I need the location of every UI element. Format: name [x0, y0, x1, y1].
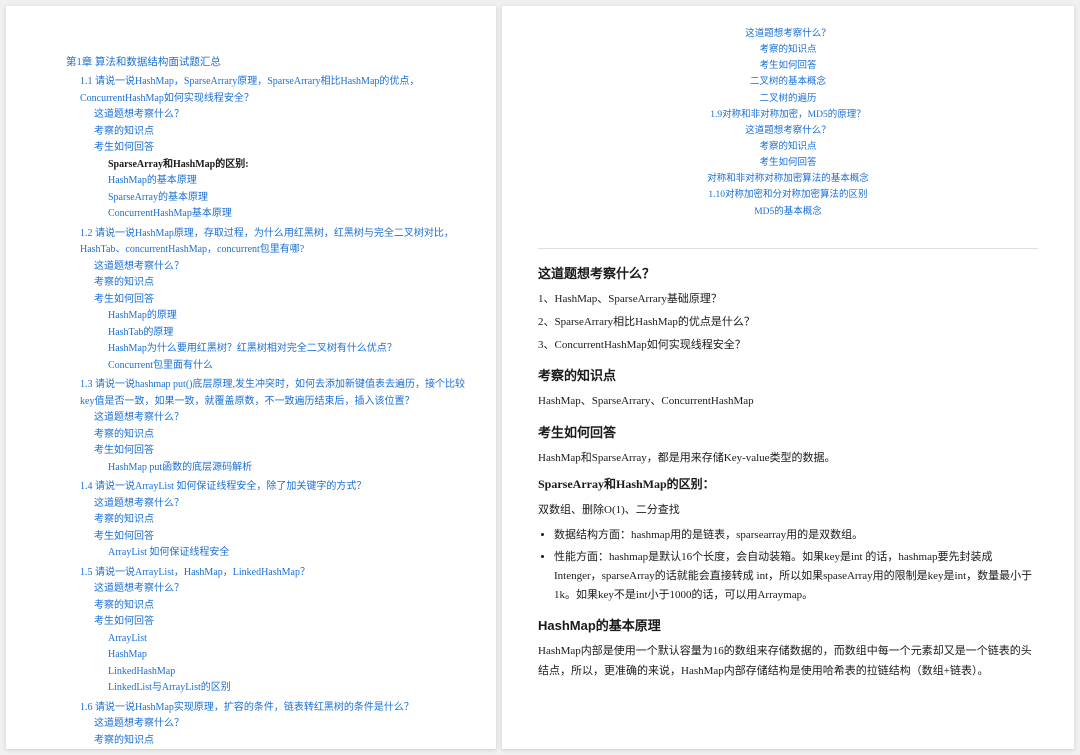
bullet-item-2: 性能方面：hashmap是默认16个长度，会自动装箱。如果key是int 的话，…: [554, 548, 1038, 606]
right-toc-item: MD5的基本概念: [538, 204, 1038, 220]
hashmap-heading: HashMap的基本原理: [538, 615, 1038, 634]
toc-item: 考生如何回答: [66, 614, 468, 631]
app-container: 第1章 算法和数据结构面试题汇总 1.1 请说一说HashMap，SparseAr…: [0, 0, 1080, 755]
right-toc-item: 考察的知识点: [538, 139, 1038, 155]
toc-item: HashMap的基本原理: [66, 173, 468, 190]
right-toc-item: 这道题想考察什么？: [538, 123, 1038, 139]
toc-item: HashMap为什么要用红黑树？红黑树相对完全二叉树有什么优点？: [66, 341, 468, 358]
toc-item: 第1章 算法和数据结构面试题汇总: [66, 54, 468, 71]
section-main-title: [538, 240, 1038, 249]
right-toc-item: 考生如何回答: [538, 155, 1038, 171]
toc-item: 这道题想考察什么？: [66, 581, 468, 598]
toc-item: LinkedHashMap: [66, 664, 468, 681]
toc-item: 1.3 请说一说hashmap put()底层原理,发生冲突时，如何去添加新键值…: [66, 377, 468, 410]
toc-item: HashMap的原理: [66, 308, 468, 325]
toc-item: 考察的知识点: [66, 512, 468, 529]
toc-item: HashMap put函数的底层源码解析: [66, 460, 468, 477]
toc-item: 1.6 请说一说HashMap实现原理，扩容的条件，链表转红黑树的条件是什么？: [66, 700, 468, 717]
toc-item: 这道题想考察什么？: [66, 259, 468, 276]
bullet-item-1: 数据结构方面：hashmap用的是链表，sparsearray用的是双数组。: [554, 526, 1038, 545]
subsection-body-2: HashMap、SparseArrary、ConcurrentHashMap: [538, 392, 1038, 411]
right-toc-item: 这道题想考察什么？: [538, 26, 1038, 42]
toc-item: SparseArray的基本原理: [66, 190, 468, 207]
right-toc-item: 考察的知识点: [538, 42, 1038, 58]
toc-item: 1.1 请说一说HashMap，SparseArrary原理，SparseArr…: [66, 74, 468, 107]
toc-item: ArrayList 如何保证线程安全: [66, 545, 468, 562]
right-toc-item: 二叉树的基本概念: [538, 74, 1038, 90]
right-page: 这道题想考察什么？考察的知识点考生如何回答二叉树的基本概念二叉树的遍历1.9对称…: [502, 6, 1074, 749]
bullet-list: 数据结构方面：hashmap用的是链表，sparsearray用的是双数组。 性…: [538, 526, 1038, 605]
toc-item: 1.4 请说一说ArrayList 如何保证线程安全，除了加关键字的方式？: [66, 479, 468, 496]
toc-item: 考生如何回答: [66, 292, 468, 309]
toc-item: 这道题想考察什么？: [66, 107, 468, 124]
subsection-heading-3: 考生如何回答: [538, 422, 1038, 441]
toc-item: 考察的知识点: [66, 598, 468, 615]
toc-item: 考察的知识点: [66, 124, 468, 141]
hashmap-body: HashMap内部是使用一个默认容量为16的数组来存储数据的，而数组中每一个元素…: [538, 642, 1038, 681]
toc-item: HashTab的原理: [66, 325, 468, 342]
toc-item: SparseArray和HashMap的区别:: [66, 157, 468, 174]
compare-text: 双数组、删除O(1)、二分查找: [538, 501, 1038, 520]
toc-item: 考生如何回答: [66, 140, 468, 157]
toc-item: ConcurrentHashMap基本原理: [66, 206, 468, 223]
right-toc-item: 二叉树的遍历: [538, 91, 1038, 107]
toc-item: 考察的知识点: [66, 733, 468, 749]
subsection-body-3: HashMap和SparseArray，都是用来存储Key-value类型的数据…: [538, 449, 1038, 468]
toc-item: 考生如何回答: [66, 529, 468, 546]
right-toc-item: 对称和非对称对称加密算法的基本概念: [538, 171, 1038, 187]
subsection-heading-2: 考察的知识点: [538, 365, 1038, 384]
toc-item: 这道题想考察什么？: [66, 410, 468, 427]
right-toc: 这道题想考察什么？考察的知识点考生如何回答二叉树的基本概念二叉树的遍历1.9对称…: [538, 26, 1038, 220]
toc-item: 这道题想考察什么？: [66, 716, 468, 733]
toc-item: 考生如何回答: [66, 443, 468, 460]
left-page: 第1章 算法和数据结构面试题汇总 1.1 请说一说HashMap，SparseAr…: [6, 6, 496, 749]
toc-item: 考察的知识点: [66, 275, 468, 292]
right-toc-item: 1.9对称和非对称加密，MD5的原理？: [538, 107, 1038, 123]
toc-item: 1.2 请说一说HashMap原理，存取过程，为什么用红黑树，红黑树与完全二叉树…: [66, 226, 468, 259]
toc-item: HashMap: [66, 647, 468, 664]
toc-item: 这道题想考察什么？: [66, 496, 468, 513]
bold-heading: SparseArray和HashMap的区别：: [538, 474, 1038, 495]
toc-item: LinkedList与ArrayList的区别: [66, 680, 468, 697]
toc-item: Concurrent包里面有什么: [66, 358, 468, 375]
toc-item: 考察的知识点: [66, 427, 468, 444]
subsection-heading-1: 这道题想考察什么？: [538, 263, 1038, 282]
toc-container: 第1章 算法和数据结构面试题汇总 1.1 请说一说HashMap，SparseAr…: [66, 54, 468, 749]
right-toc-item: 1.10对称加密和分对称加密算法的区别: [538, 187, 1038, 203]
subsection-body-1: 1、HashMap、SparseArrary基础原理？ 2、SparseArra…: [538, 290, 1038, 356]
right-toc-item: 考生如何回答: [538, 58, 1038, 74]
toc-item: ArrayList: [66, 631, 468, 648]
toc-item: 1.5 请说一说ArrayList，HashMap，LinkedHashMap？: [66, 565, 468, 582]
